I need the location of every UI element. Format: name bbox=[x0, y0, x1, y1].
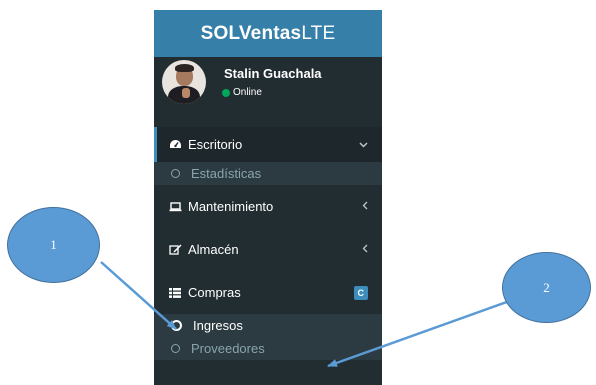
arrow-to-proveedores bbox=[327, 296, 519, 368]
callout-2-label: 2 bbox=[543, 279, 550, 295]
annotation-arrows bbox=[100, 261, 519, 368]
callout-1: 1 bbox=[7, 207, 100, 283]
callout-2: 2 bbox=[502, 252, 591, 323]
callout-1-label: 1 bbox=[50, 237, 57, 252]
arrow-to-ingresos bbox=[100, 261, 177, 330]
